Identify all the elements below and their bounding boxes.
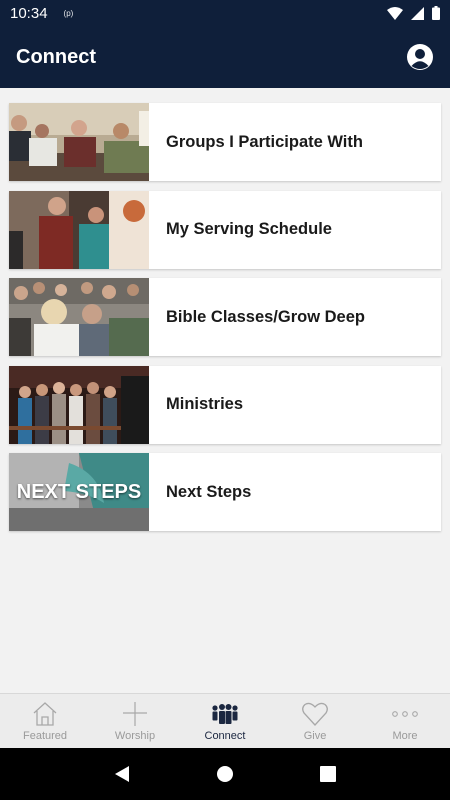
list-item-label: Ministries xyxy=(166,395,244,413)
ministries-photo xyxy=(9,365,149,444)
serving-photo xyxy=(9,190,149,269)
ellipsis-icon xyxy=(392,711,418,717)
list-item-label: My Serving Schedule xyxy=(166,220,332,238)
list-item-label: Bible Classes/Grow Deep xyxy=(166,307,365,326)
back-icon[interactable] xyxy=(113,765,131,783)
home-button-icon[interactable] xyxy=(216,765,234,783)
list-item[interactable]: NEXT STEPS Next Steps xyxy=(9,453,441,531)
tab-label: More xyxy=(392,730,418,742)
system-nav-bar xyxy=(0,748,450,800)
battery-icon xyxy=(432,6,440,20)
list-item[interactable]: My Serving Schedule xyxy=(9,190,441,269)
cross-icon xyxy=(123,702,147,726)
status-bar: 10:34 (p) xyxy=(0,0,450,26)
list-item[interactable]: Groups I Participate With xyxy=(9,103,441,181)
next-steps-graphic: NEXT STEPS xyxy=(9,453,149,531)
status-time: 10:34 xyxy=(10,4,48,22)
group-photo xyxy=(9,103,149,181)
tab-bar: Featured Worship Connect Give More xyxy=(0,693,450,748)
tab-more[interactable]: More xyxy=(360,694,450,748)
tab-connect[interactable]: Connect xyxy=(180,694,270,748)
tab-give[interactable]: Give xyxy=(270,694,360,748)
list-item-label: Next Steps xyxy=(166,482,252,501)
status-icons xyxy=(387,6,440,20)
list-item-label: Groups I Participate With xyxy=(166,132,363,151)
recents-icon[interactable] xyxy=(319,765,337,783)
page-title: Connect xyxy=(16,45,96,68)
tab-label: Worship xyxy=(114,730,156,742)
status-indicator: (p) xyxy=(63,8,74,18)
list-item[interactable]: Bible Classes/Grow Deep xyxy=(9,278,441,356)
tab-label: Give xyxy=(303,730,327,742)
connect-list: Groups I Participate With My Serving Sch… xyxy=(0,88,450,693)
tab-worship[interactable]: Worship xyxy=(90,694,180,748)
cellular-icon xyxy=(411,6,424,20)
class-photo xyxy=(9,278,149,356)
tab-label: Featured xyxy=(22,730,68,742)
heart-icon xyxy=(302,702,328,726)
home-icon xyxy=(33,702,57,726)
app-bar: Connect xyxy=(0,26,450,88)
tab-label: Connect xyxy=(204,730,246,742)
tab-featured[interactable]: Featured xyxy=(0,694,90,748)
profile-icon[interactable] xyxy=(406,43,434,71)
next-steps-text: NEXT STEPS xyxy=(16,481,142,503)
people-icon xyxy=(212,704,238,724)
list-item[interactable]: Ministries xyxy=(9,365,441,444)
wifi-icon xyxy=(387,6,403,20)
